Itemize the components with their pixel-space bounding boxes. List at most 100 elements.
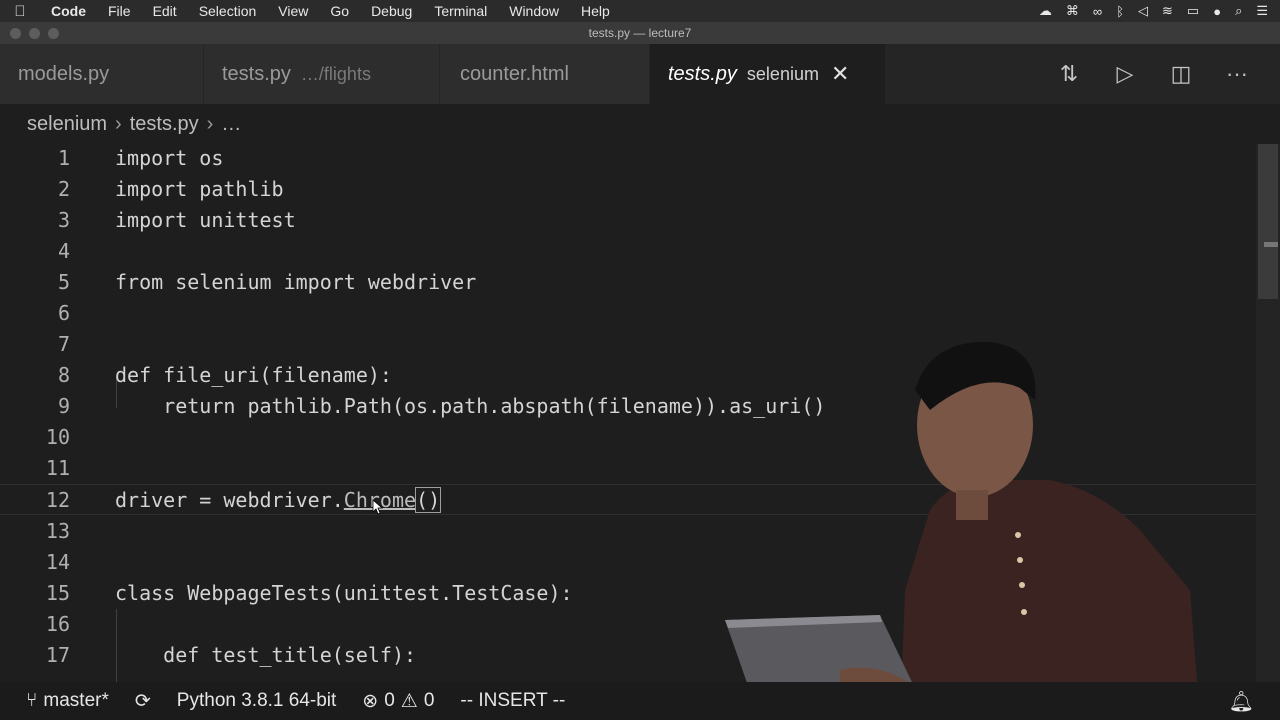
python-version: Python 3.8.1 64-bit (176, 690, 337, 711)
code-text: import pathlib (115, 176, 284, 201)
line-number: 13 (45, 518, 70, 543)
tab-description: selenium (746, 63, 819, 84)
window-titlebar: tests.py — lecture7 (0, 22, 1280, 44)
breadcrumb-folder[interactable]: selenium (27, 113, 107, 136)
volume-icon[interactable]: ◁ (1138, 3, 1148, 19)
menu-status-area: ☁ ⌘ ∞ ᛒ ◁ ≋ ▭ ● ⌕ ☰ (1039, 3, 1280, 19)
scrollbar-cursor-marker (1264, 242, 1278, 247)
window-controls (10, 28, 59, 39)
menu-go[interactable]: Go (319, 3, 360, 19)
code-line[interactable]: 3 import unittest (0, 204, 1256, 235)
tab-tests-flights[interactable]: tests.py …/flights (204, 44, 440, 104)
problems-status[interactable]: ⊗ 0 ⚠ 0 (362, 690, 434, 713)
vim-mode: -- INSERT -- (460, 690, 565, 712)
line-number: 2 (57, 176, 70, 201)
sync-status[interactable]: ⟳ (135, 690, 151, 713)
menu-app[interactable]: Code (40, 3, 97, 19)
close-window-button[interactable] (10, 28, 21, 39)
line-number: 15 (45, 580, 70, 605)
zoom-window-button[interactable] (48, 28, 59, 39)
breadcrumb: selenium › tests.py › … (0, 104, 1280, 144)
tab-description: …/flights (300, 63, 371, 84)
menu-help[interactable]: Help (570, 3, 621, 19)
bracket-match: () (415, 486, 442, 513)
presenter-video-overlay (725, 341, 1200, 720)
python-interpreter[interactable]: Python 3.8.1 64-bit (177, 690, 337, 712)
git-branch-icon: ⑂ (26, 690, 38, 711)
mouse-pointer-icon (372, 499, 384, 515)
line-number: 14 (45, 549, 70, 574)
wifi-icon[interactable]: ≋ (1162, 3, 1173, 19)
branch-status[interactable]: ⑂ master* (26, 690, 109, 712)
line-number: 5 (57, 269, 70, 294)
close-icon[interactable]: ✕ (831, 61, 849, 87)
tab-models[interactable]: models.py (0, 44, 204, 104)
minimize-window-button[interactable] (29, 28, 40, 39)
menu-window[interactable]: Window (498, 3, 570, 19)
tab-label: counter.html (460, 62, 569, 85)
error-icon: ⊗ (362, 690, 379, 712)
apple-icon[interactable]:  (0, 3, 40, 20)
line-number: 6 (57, 300, 70, 325)
line-number: 3 (57, 207, 70, 232)
warning-count: 0 (423, 690, 435, 711)
code-text: def test_title(self): (115, 642, 417, 667)
line-number: 12 (45, 487, 70, 512)
window-title: tests.py — lecture7 (588, 26, 692, 40)
chevron-right-icon: › (206, 112, 214, 135)
line-number: 4 (57, 238, 70, 263)
code-text: class WebpageTests(unittest.TestCase): (115, 580, 573, 605)
user-icon[interactable]: ● (1213, 4, 1221, 19)
code-line[interactable]: 2 import pathlib (0, 173, 1256, 204)
bluetooth-icon[interactable]: ᛒ (1116, 4, 1124, 19)
breadcrumb-more[interactable]: … (221, 113, 241, 136)
line-number: 7 (57, 331, 70, 356)
menu-debug[interactable]: Debug (360, 3, 423, 19)
code-text: def file_uri(filename): (115, 362, 392, 387)
editor-actions: ⇅ ▷ ◫ ··· (1056, 44, 1280, 104)
line-number: 8 (57, 362, 70, 387)
menu-edit[interactable]: Edit (142, 3, 188, 19)
glasses-icon[interactable]: ∞ (1093, 4, 1102, 19)
line-number: 17 (45, 642, 70, 667)
warning-icon: ⚠ (400, 690, 418, 712)
tab-label: models.py (18, 62, 110, 85)
sync-icon: ⟳ (134, 690, 151, 712)
breadcrumb-file[interactable]: tests.py (130, 113, 199, 136)
chevron-right-icon: › (115, 112, 122, 135)
cloud-icon[interactable]: ☁ (1039, 3, 1052, 19)
branch-name: master* (43, 690, 109, 711)
vim-mode-label: -- INSERT -- (460, 690, 566, 711)
scrollbar-thumb[interactable] (1258, 144, 1278, 299)
menu-selection[interactable]: Selection (188, 3, 268, 19)
more-actions-icon[interactable]: ··· (1224, 61, 1250, 87)
menu-file[interactable]: File (97, 3, 142, 19)
code-line[interactable]: 4 (0, 235, 1256, 266)
line-number: 1 (57, 145, 70, 170)
battery-icon[interactable]: ▭ (1187, 3, 1199, 19)
code-text: import os (115, 145, 224, 170)
tab-tests-selenium[interactable]: tests.py selenium ✕ (650, 44, 886, 104)
list-icon[interactable]: ☰ (1256, 3, 1268, 19)
menu-bar:  Code File Edit Selection View Go Debug… (0, 0, 1280, 22)
editor-tab-bar: models.py tests.py …/flights counter.htm… (0, 44, 1280, 104)
code-text: return pathlib.Path(os.path.abspath(file… (115, 393, 826, 418)
compare-changes-icon[interactable]: ⇅ (1056, 61, 1082, 87)
line-number: 10 (45, 424, 70, 449)
error-count: 0 (384, 690, 395, 711)
line-number: 9 (57, 393, 70, 418)
code-line[interactable]: 5 from selenium import webdriver (0, 266, 1256, 297)
line-number: 11 (45, 455, 70, 480)
command-icon[interactable]: ⌘ (1066, 3, 1079, 19)
code-line[interactable]: 6 (0, 297, 1256, 328)
menu-terminal[interactable]: Terminal (423, 3, 498, 19)
run-icon[interactable]: ▷ (1112, 61, 1138, 87)
code-prefix: driver = webdriver. (115, 487, 344, 512)
code-line[interactable]: 1 import os (0, 144, 1256, 173)
bell-icon[interactable]: 🔔︎ (1229, 689, 1254, 714)
tab-counter[interactable]: counter.html (440, 44, 650, 104)
tab-label: tests.py (668, 62, 737, 85)
search-icon[interactable]: ⌕ (1235, 3, 1242, 19)
menu-view[interactable]: View (267, 3, 319, 19)
split-editor-icon[interactable]: ◫ (1168, 61, 1194, 87)
